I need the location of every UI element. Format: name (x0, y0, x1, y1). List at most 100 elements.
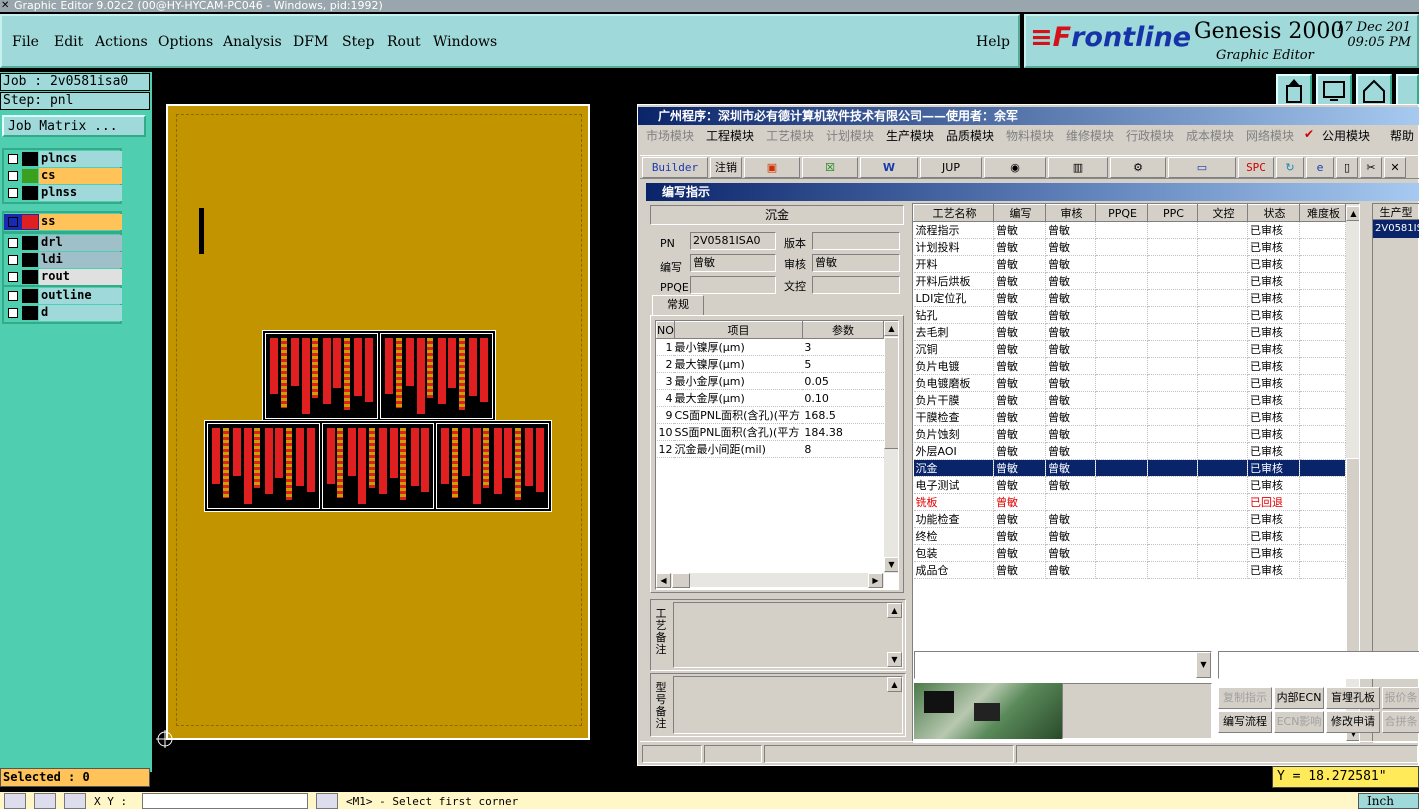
param-row[interactable]: 3 最小金厚(μm) 0.05 (656, 372, 884, 390)
layer-color-swatch[interactable] (22, 306, 38, 320)
menu-step[interactable]: Step (342, 34, 374, 50)
flow-row[interactable]: 钻孔 曾敏 曾敏 已审核 (913, 306, 1346, 324)
layer-name[interactable]: plncs (39, 151, 122, 167)
doc-control-field[interactable] (812, 276, 900, 294)
select-mode-icon[interactable] (4, 793, 26, 809)
ppt-icon[interactable]: ▣ (744, 157, 800, 178)
flow-row[interactable]: 电子测试 曾敏 曾敏 已审核 (913, 476, 1346, 494)
layer-row[interactable]: outline (4, 288, 122, 304)
modify-request-button[interactable]: 修改申请 (1326, 711, 1380, 733)
param-row[interactable]: 12 沉金最小间距(mil) 8 (656, 440, 884, 458)
module-menu-item[interactable]: 行政模块 (1126, 127, 1174, 144)
flow-header[interactable]: PPC (1147, 204, 1198, 222)
layer-color-swatch[interactable] (22, 169, 38, 183)
params-header-no[interactable]: NO (656, 321, 675, 339)
author-field[interactable]: 曾敏 (690, 254, 776, 272)
flow-row[interactable]: 流程指示 曾敏 曾敏 已审核 (913, 221, 1346, 239)
flow-row[interactable]: 负片蚀刻 曾敏 曾敏 已审核 (913, 425, 1346, 443)
layer-checkbox[interactable] (8, 171, 18, 181)
home-icon[interactable] (1356, 74, 1392, 108)
module-menu-item[interactable]: 物料模块 (1006, 127, 1054, 144)
flow-row[interactable]: 外层AOI 曾敏 曾敏 已审核 (913, 442, 1346, 460)
layer-row[interactable]: ss (4, 214, 122, 230)
pcb-unit[interactable] (321, 423, 435, 509)
flow-scroll-thumb[interactable] (1346, 458, 1359, 666)
module-menu-item[interactable]: 市场模块 (646, 127, 694, 144)
layer-row[interactable]: d (4, 305, 122, 321)
flow-header[interactable]: 状态 (1247, 204, 1300, 222)
layer-color-swatch[interactable] (22, 215, 38, 229)
flow-header[interactable]: 编写 (993, 204, 1046, 222)
grid-mode-icon[interactable] (64, 793, 86, 809)
menu-rout[interactable]: Rout (387, 34, 421, 50)
flow-row[interactable]: 干膜检查 曾敏 曾敏 已审核 (913, 408, 1346, 426)
buried-hole-button[interactable]: 盲埋孔板 (1326, 687, 1380, 709)
cut-icon[interactable]: ✂ (1360, 157, 1382, 178)
module-menu-item[interactable]: 计划模块 (826, 127, 874, 144)
units-button[interactable]: Inch (1358, 793, 1419, 809)
layer-checkbox[interactable] (8, 308, 18, 318)
layer-name[interactable]: ldi (39, 252, 122, 268)
layer-checkbox[interactable] (8, 255, 18, 265)
flow-header[interactable]: 工艺名称 (913, 204, 994, 222)
layer-checkbox[interactable] (8, 272, 18, 282)
scroll-left-icon[interactable]: ◀ (656, 573, 671, 588)
flow-header[interactable]: PPQE (1095, 204, 1148, 222)
flow-header[interactable]: 文控 (1197, 204, 1248, 222)
module-menu-item[interactable]: 网络模块 (1246, 127, 1294, 144)
menu-analysis[interactable]: Analysis (223, 34, 282, 50)
param-value[interactable]: 184.38 (802, 423, 884, 441)
layer-name[interactable]: plnss (39, 185, 122, 201)
module-menu-item[interactable]: 维修模块 (1066, 127, 1114, 144)
param-row[interactable]: 10 SS面PNL面积(含孔)(平方 184.38 (656, 423, 884, 441)
param-value[interactable]: 168.5 (802, 406, 884, 424)
param-value[interactable]: 0.10 (802, 389, 884, 407)
builder-button[interactable]: Builder (642, 157, 708, 178)
layer-color-swatch[interactable] (22, 270, 38, 284)
hscroll-thumb[interactable] (672, 573, 690, 588)
layer-row[interactable]: plncs (4, 151, 122, 167)
flow-row[interactable]: 去毛刺 曾敏 曾敏 已审核 (913, 323, 1346, 341)
layer-row[interactable]: cs (4, 168, 122, 184)
close-icon[interactable]: ✕ (1384, 157, 1406, 178)
pcb-unit[interactable] (207, 423, 320, 509)
ppqe-field[interactable] (690, 276, 776, 294)
write-flow-button[interactable]: 编写流程 (1218, 711, 1272, 733)
upload-icon[interactable] (1276, 74, 1312, 108)
layer-color-swatch[interactable] (22, 236, 38, 250)
module-menu-item[interactable]: 成本模块 (1186, 127, 1234, 144)
layer-row[interactable]: ldi (4, 252, 122, 268)
combine-button[interactable]: 合拼条 (1382, 711, 1419, 733)
menu-windows[interactable]: Windows (433, 34, 497, 50)
params-header-item[interactable]: 项目 (673, 321, 803, 339)
param-value[interactable]: 8 (802, 440, 884, 458)
monitor-icon[interactable] (1316, 74, 1352, 108)
more-tools-icon[interactable] (1396, 74, 1419, 108)
flow-row[interactable]: 负片干膜 曾敏 曾敏 已审核 (913, 391, 1346, 409)
layer-name[interactable]: cs (39, 168, 122, 184)
scroll-down-icon[interactable]: ▼ (884, 557, 898, 572)
layer-color-swatch[interactable] (22, 152, 38, 166)
combo-left[interactable]: ▼ (914, 651, 1212, 679)
refresh-icon[interactable]: ↻ (1276, 157, 1304, 178)
module-menu-item[interactable]: 工程模块 (706, 127, 754, 144)
model-scroll-up-icon[interactable]: ▲ (887, 677, 902, 692)
flow-header[interactable]: 审核 (1045, 204, 1096, 222)
network-icon[interactable]: ⚙ (1110, 157, 1166, 178)
view-icon[interactable]: ◉ (984, 157, 1046, 178)
quote-button[interactable]: 报价条 (1382, 687, 1419, 709)
jup-button[interactable]: JUP (920, 157, 982, 178)
menu-dfm[interactable]: DFM (293, 34, 328, 50)
layer-name[interactable]: drl (39, 235, 122, 251)
module-menu-item[interactable]: 公用模块 (1322, 127, 1370, 144)
process-note-field[interactable]: ▲ ▼ (673, 602, 903, 668)
note-scroll-up-icon[interactable]: ▲ (887, 603, 902, 618)
reviewer-field[interactable]: 曾敏 (812, 254, 900, 272)
flow-row[interactable]: 铣板 曾敏 已回退 (913, 493, 1346, 511)
module-menu-item[interactable]: 帮助 (1390, 127, 1414, 144)
layer-name[interactable]: outline (39, 288, 122, 304)
scroll-right-icon[interactable]: ▶ (868, 573, 883, 588)
flow-row[interactable]: 终检 曾敏 曾敏 已审核 (913, 527, 1346, 545)
flow-row[interactable]: 开料 曾敏 曾敏 已审核 (913, 255, 1346, 273)
job-matrix-button[interactable]: Job Matrix ... (2, 115, 146, 137)
